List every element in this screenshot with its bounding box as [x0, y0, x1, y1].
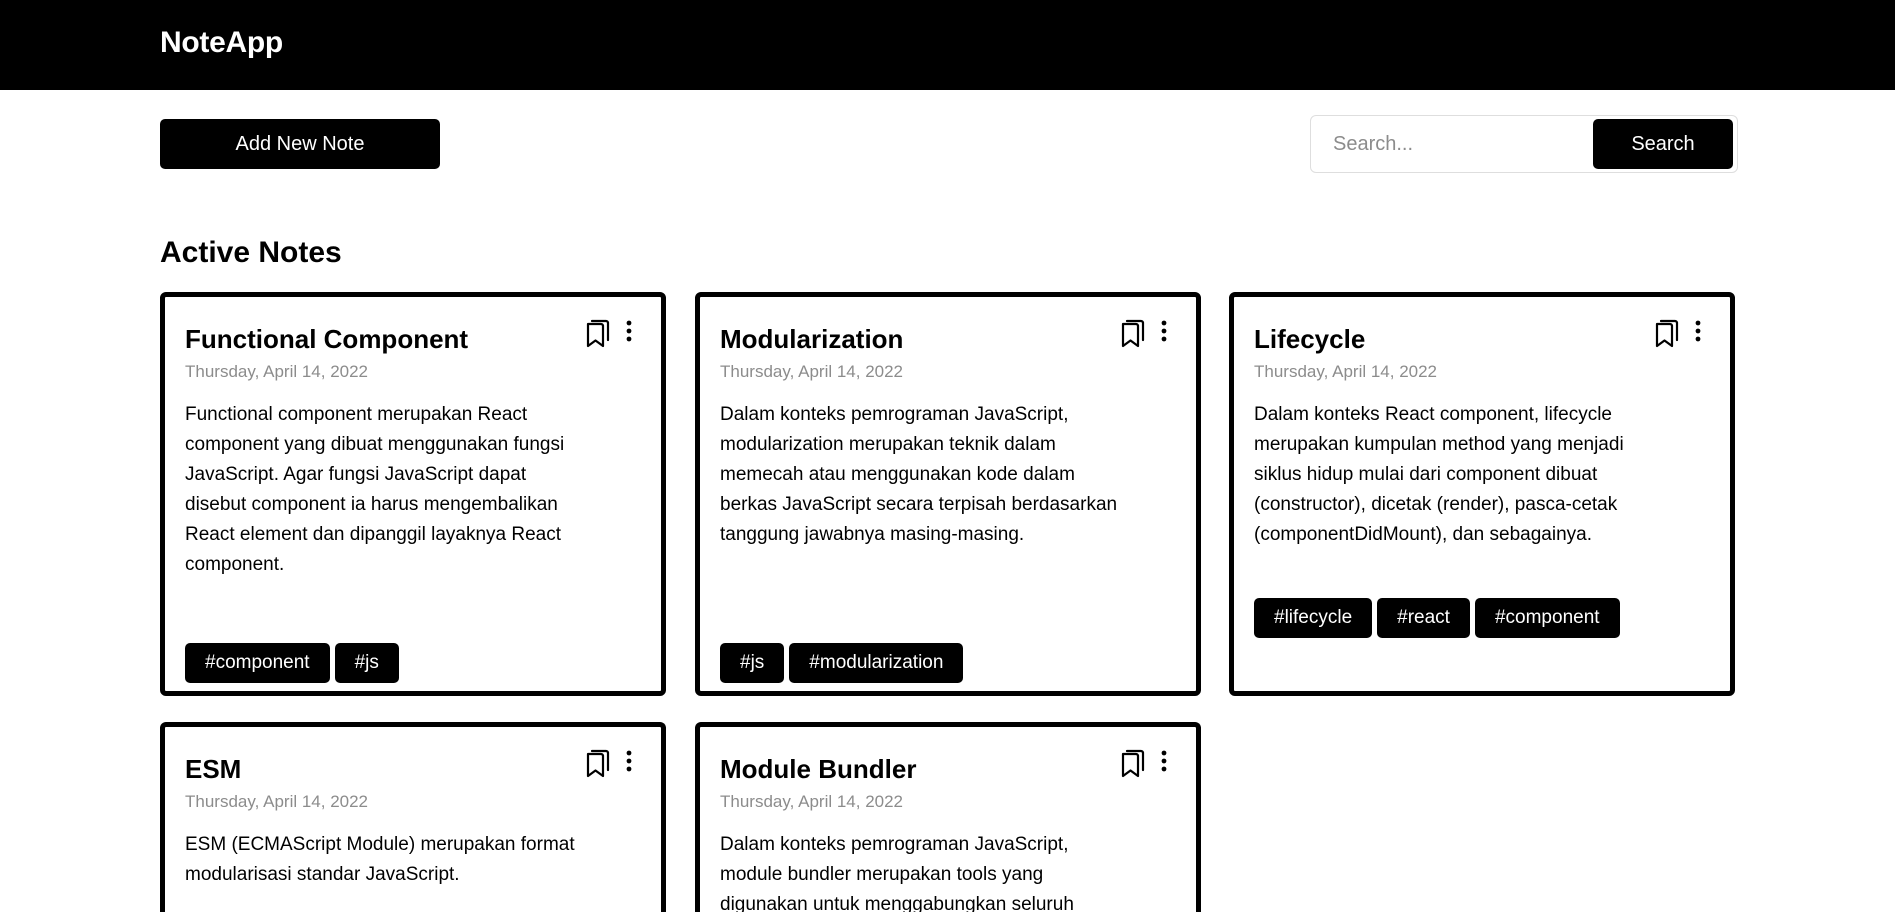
note-title[interactable]: Modularization: [720, 324, 903, 355]
note-body: Dalam konteks pemrograman JavaScript, mo…: [720, 404, 1118, 545]
note-title[interactable]: ESM: [185, 754, 241, 785]
more-vertical-icon[interactable]: [1688, 319, 1708, 343]
note-tags: #component #js: [185, 643, 651, 683]
note-card[interactable]: Lifecycle Thursday, April 14, 2022 Dalam…: [1229, 292, 1735, 696]
note-date: Thursday, April 14, 2022: [185, 362, 369, 381]
note-body: Dalam konteks pemrograman JavaScript, mo…: [720, 834, 1074, 912]
tag-chip[interactable]: #js: [334, 643, 399, 683]
archive-book-icon[interactable]: [1116, 749, 1146, 779]
tag-chip[interactable]: #component: [185, 643, 330, 683]
note-title[interactable]: Module Bundler: [720, 754, 916, 785]
more-vertical-icon[interactable]: [619, 319, 639, 343]
note-date: Thursday, April 14, 2022: [720, 792, 904, 811]
more-vertical-icon[interactable]: [1154, 319, 1174, 343]
section-title: Active Notes: [160, 236, 342, 269]
archive-book-icon[interactable]: [581, 319, 611, 349]
add-new-note-button[interactable]: Add New Note: [160, 119, 440, 169]
note-title[interactable]: Lifecycle: [1254, 324, 1365, 355]
tag-chip[interactable]: #lifecycle: [1254, 598, 1373, 638]
note-card[interactable]: Modularization Thursday, April 14, 2022 …: [695, 292, 1201, 696]
note-body: Dalam konteks React component, lifecycle…: [1254, 404, 1624, 545]
tag-chip[interactable]: #component: [1474, 598, 1620, 638]
note-date: Thursday, April 14, 2022: [185, 792, 369, 811]
tag-chip[interactable]: #modularization: [789, 643, 964, 683]
app-header: NoteApp: [0, 0, 1895, 90]
tag-chip[interactable]: #js: [720, 643, 785, 683]
search-button[interactable]: Search: [1593, 119, 1733, 169]
note-card[interactable]: ESM Thursday, April 14, 2022 ESM (ECMASc…: [160, 722, 666, 912]
note-title[interactable]: Functional Component: [185, 324, 468, 355]
note-body: Functional component merupakan React com…: [185, 404, 565, 575]
more-vertical-icon[interactable]: [619, 749, 639, 773]
note-card[interactable]: Module Bundler Thursday, April 14, 2022 …: [695, 722, 1201, 912]
search-input[interactable]: [1321, 124, 1583, 164]
note-tags: #js #modularization: [720, 643, 1186, 683]
note-date: Thursday, April 14, 2022: [1254, 362, 1438, 381]
archive-book-icon[interactable]: [1650, 319, 1680, 349]
archive-book-icon[interactable]: [581, 749, 611, 779]
more-vertical-icon[interactable]: [1154, 749, 1174, 773]
search-bar: Search: [1310, 115, 1738, 173]
archive-book-icon[interactable]: [1116, 319, 1146, 349]
note-tags: #lifecycle #react #component: [1254, 598, 1720, 638]
note-date: Thursday, April 14, 2022: [720, 362, 904, 381]
app-title[interactable]: NoteApp: [160, 26, 283, 60]
note-body: ESM (ECMAScript Module) merupakan format…: [185, 834, 575, 885]
tag-chip[interactable]: #react: [1377, 598, 1470, 638]
note-card[interactable]: Functional Component Thursday, April 14,…: [160, 292, 666, 696]
